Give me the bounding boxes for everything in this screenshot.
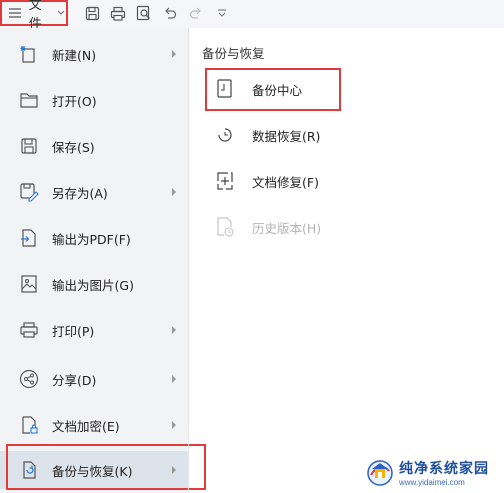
menu-item-save-as[interactable]: 另存为(A)	[0, 173, 188, 211]
hamburger-icon	[8, 5, 23, 21]
more-dropdown-icon[interactable]	[214, 5, 230, 21]
new-document-icon	[18, 43, 40, 65]
sub-item-label: 历史版本(H)	[252, 220, 322, 236]
menu-item-label: 备份与恢复(K)	[52, 463, 133, 479]
menu-item-save[interactable]: 保存(S)	[0, 127, 188, 165]
menu-item-print[interactable]: 打印(P)	[0, 311, 188, 349]
menu-item-label: 分享(D)	[52, 372, 97, 388]
redo-icon[interactable]	[188, 5, 204, 21]
share-icon	[18, 368, 40, 390]
menu-item-export-image[interactable]: 输出为图片(G)	[0, 265, 188, 303]
export-image-icon	[18, 273, 40, 295]
watermark-url: www.yidaimei.com	[399, 477, 465, 487]
data-recovery-icon	[214, 124, 236, 146]
save-as-icon	[18, 181, 40, 203]
save-icon	[18, 135, 40, 157]
panel-title: 备份与恢复	[202, 46, 265, 61]
export-pdf-icon	[18, 227, 40, 249]
chevron-right-icon	[170, 375, 178, 383]
menu-item-new[interactable]: 新建(N)	[0, 35, 188, 73]
menu-item-label: 输出为PDF(F)	[52, 231, 131, 247]
sub-item-data-recovery[interactable]: 数据恢复(R)	[214, 120, 320, 150]
watermark-title: 纯净系统家园	[399, 460, 489, 477]
print-icon	[18, 319, 40, 341]
menu-item-label: 另存为(A)	[52, 185, 108, 201]
save-icon[interactable]	[84, 5, 100, 21]
folder-open-icon	[18, 89, 40, 111]
panel-divider	[188, 28, 189, 493]
top-toolbar: 文件	[0, 0, 504, 32]
chevron-right-icon	[170, 421, 178, 429]
chevron-down-icon	[57, 8, 66, 18]
sub-item-label: 备份中心	[252, 82, 303, 98]
menu-item-label: 文档加密(E)	[52, 418, 120, 434]
chevron-right-icon	[170, 326, 178, 334]
print-icon[interactable]	[110, 5, 126, 21]
file-menu-button[interactable]: 文件	[0, 0, 68, 32]
undo-icon[interactable]	[162, 5, 178, 21]
menu-item-encrypt[interactable]: 文档加密(E)	[0, 406, 188, 444]
menu-item-label: 新建(N)	[52, 47, 97, 63]
backup-restore-icon	[18, 459, 40, 481]
menu-item-open[interactable]: 打开(O)	[0, 81, 188, 119]
chevron-right-icon	[170, 50, 178, 58]
document-repair-icon	[214, 170, 236, 192]
chevron-right-icon	[170, 466, 178, 474]
print-preview-icon[interactable]	[136, 5, 152, 21]
menu-item-share[interactable]: 分享(D)	[0, 360, 188, 398]
history-version-icon	[214, 216, 236, 238]
menu-item-backup-restore[interactable]: 备份与恢复(K)	[0, 451, 188, 489]
menu-item-label: 输出为图片(G)	[52, 277, 134, 293]
watermark: 纯净系统家园 www.yidaimei.com	[365, 454, 501, 490]
backup-center-icon	[214, 78, 236, 100]
chevron-right-icon	[170, 188, 178, 196]
sub-item-label: 文档修复(F)	[252, 174, 319, 190]
sub-item-history-version: 历史版本(H)	[214, 212, 321, 242]
sub-item-document-repair[interactable]: 文档修复(F)	[214, 166, 319, 196]
menu-item-label: 打开(O)	[52, 93, 97, 109]
menu-item-label: 打印(P)	[52, 323, 95, 339]
document-lock-icon	[18, 414, 40, 436]
sub-item-label: 数据恢复(R)	[252, 128, 321, 144]
menu-item-export-pdf[interactable]: 输出为PDF(F)	[0, 219, 188, 257]
watermark-logo-icon	[367, 460, 393, 486]
sub-item-backup-center[interactable]: 备份中心	[214, 74, 302, 104]
menu-item-label: 保存(S)	[52, 139, 95, 155]
